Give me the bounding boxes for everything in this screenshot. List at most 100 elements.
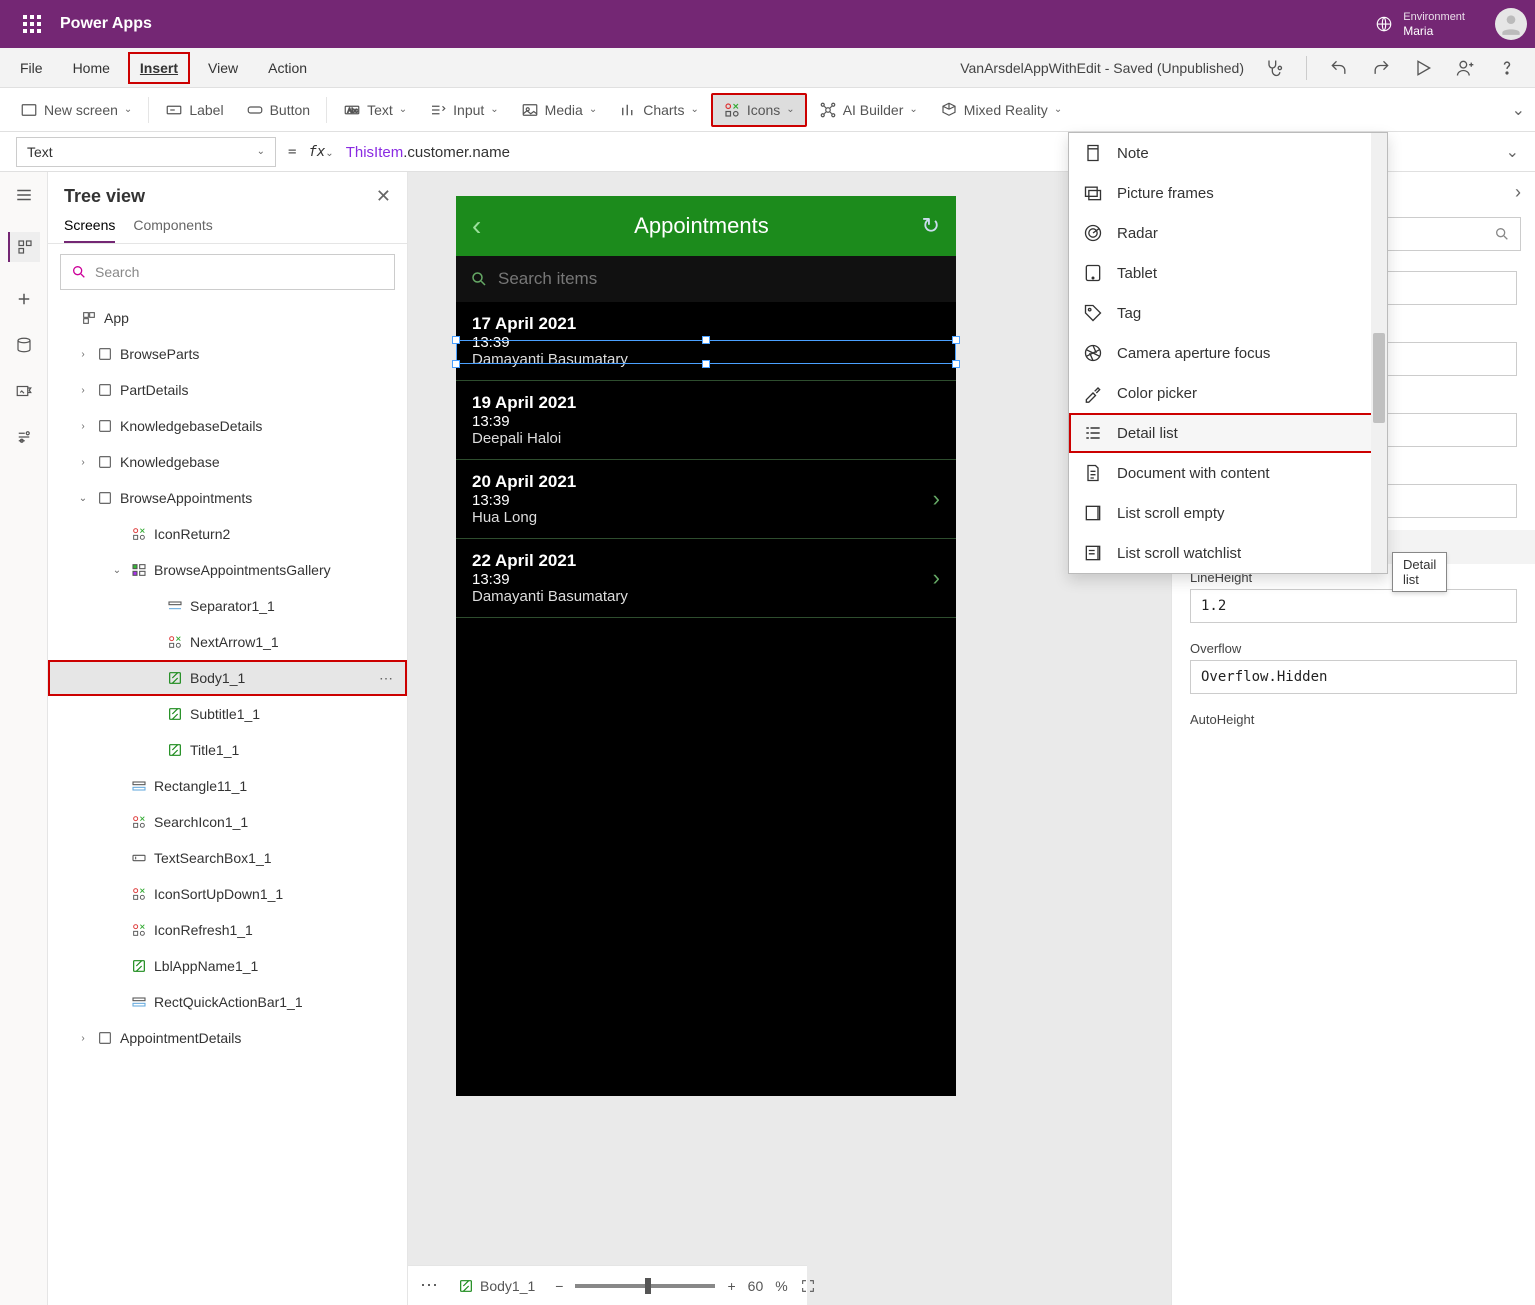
tree-row-AppointmentDetails[interactable]: ›AppointmentDetails <box>48 1020 407 1056</box>
tree-view-icon[interactable] <box>8 232 40 262</box>
menu-insert[interactable]: Insert <box>128 52 190 84</box>
tree-row-IconReturn2[interactable]: IconReturn2 <box>48 516 407 552</box>
menu-action[interactable]: Action <box>256 52 319 84</box>
icon-option-detail-list[interactable]: Detail list <box>1069 413 1387 453</box>
fx-icon: fx⌄ <box>308 144 333 160</box>
appointment-item[interactable]: 20 April 202113:39Hua Long› <box>456 460 956 539</box>
tab-screens[interactable]: Screens <box>64 217 115 243</box>
tree-row-App[interactable]: App <box>48 300 407 336</box>
env-name: Maria <box>1403 24 1465 38</box>
icon-option-tag[interactable]: Tag <box>1069 293 1387 333</box>
tree-row-NextArrow1_1[interactable]: NextArrow1_1 <box>48 624 407 660</box>
mixed-reality-button[interactable]: Mixed Reality⌄ <box>930 95 1072 125</box>
canvas[interactable]: ‹ Appointments ↻ Search items 17 April 2… <box>408 172 1171 1305</box>
undo-icon[interactable] <box>1329 58 1349 78</box>
share-icon[interactable] <box>1455 58 1475 78</box>
appointment-item[interactable]: 19 April 202113:39Deepali Haloi <box>456 381 956 460</box>
icon-option-note[interactable]: Note <box>1069 133 1387 173</box>
data-icon[interactable] <box>15 336 33 354</box>
icon-option-list-scroll-empty[interactable]: List scroll empty <box>1069 493 1387 533</box>
app-title: VanArsdelAppWithEdit - Saved (Unpublishe… <box>960 60 1244 76</box>
tree-row-Separator1_1[interactable]: Separator1_1 <box>48 588 407 624</box>
tree-row-LblAppName1_1[interactable]: LblAppName1_1 <box>48 948 407 984</box>
property-selector[interactable]: Text⌄ <box>16 137 276 167</box>
phone-preview: ‹ Appointments ↻ Search items 17 April 2… <box>456 196 956 1096</box>
settings-icon[interactable] <box>15 428 33 446</box>
prop-lh[interactable]: 1.2 <box>1190 589 1517 623</box>
tree-row-BrowseParts[interactable]: ›BrowseParts <box>48 336 407 372</box>
icon-option-radar[interactable]: Radar <box>1069 213 1387 253</box>
zoom-unit: % <box>775 1278 787 1294</box>
ribbon-collapse-icon[interactable]: ⌄ <box>1512 100 1525 120</box>
new-screen-button[interactable]: New screen⌄ <box>10 95 142 125</box>
tree-row-Subtitle1_1[interactable]: Subtitle1_1 <box>48 696 407 732</box>
environment-picker[interactable]: Environment Maria <box>1375 10 1465 38</box>
icon-option-color-picker[interactable]: Color picker <box>1069 373 1387 413</box>
ribbon: New screen⌄ Label Button Abc Text⌄ Input… <box>0 88 1535 132</box>
charts-button[interactable]: Charts⌄ <box>609 95 709 125</box>
appointment-item[interactable]: 17 April 202113:39Damayanti Basumatary <box>456 302 956 381</box>
appointment-item[interactable]: 22 April 202113:39Damayanti Basumatary› <box>456 539 956 618</box>
tree-row-Body1_1[interactable]: Body1_1⋯ <box>48 660 407 696</box>
zoom-slider[interactable] <box>575 1284 715 1288</box>
tree-row-IconSortUpDown1_1[interactable]: IconSortUpDown1_1 <box>48 876 407 912</box>
tree-row-IconRefresh1_1[interactable]: IconRefresh1_1 <box>48 912 407 948</box>
tooltip: Detail list <box>1392 552 1447 592</box>
icons-dropdown: NotePicture framesRadarTabletTagCamera a… <box>1068 132 1388 574</box>
back-icon[interactable]: ‹ <box>472 210 481 242</box>
hamburger-icon[interactable] <box>15 186 33 204</box>
label-button[interactable]: Label <box>155 95 233 125</box>
zoom-out-button[interactable]: − <box>555 1278 563 1294</box>
tree-row-Title1_1[interactable]: Title1_1 <box>48 732 407 768</box>
tree-row-PartDetails[interactable]: ›PartDetails <box>48 372 407 408</box>
formula-expand-icon[interactable]: ⌄ <box>1506 142 1519 162</box>
zoom-value: 60 <box>748 1278 764 1294</box>
prop-ov[interactable]: Overflow.Hidden <box>1190 660 1517 694</box>
play-icon[interactable] <box>1413 58 1433 78</box>
zoom-in-button[interactable]: + <box>727 1278 735 1294</box>
phone-search[interactable]: Search items <box>456 256 956 302</box>
tree-search-input[interactable]: Search <box>60 254 395 290</box>
tree-row-BrowseAppointments[interactable]: ⌄BrowseAppointments <box>48 480 407 516</box>
redo-icon[interactable] <box>1371 58 1391 78</box>
insert-icon[interactable] <box>15 290 33 308</box>
icon-option-tablet[interactable]: Tablet <box>1069 253 1387 293</box>
waffle-icon[interactable] <box>8 15 56 33</box>
icon-option-document-with-content[interactable]: Document with content <box>1069 453 1387 493</box>
help-icon[interactable] <box>1497 58 1517 78</box>
more-icon[interactable]: ⋯ <box>420 1275 438 1296</box>
tree-row-Knowledgebase[interactable]: ›Knowledgebase <box>48 444 407 480</box>
props-chevron-icon[interactable]: › <box>1515 182 1521 203</box>
refresh-icon[interactable]: ↻ <box>922 213 940 239</box>
button-button[interactable]: Button <box>236 95 320 125</box>
dropdown-scrollbar[interactable] <box>1371 133 1387 573</box>
icon-option-camera-aperture-focus[interactable]: Camera aperture focus <box>1069 333 1387 373</box>
ai-builder-button[interactable]: AI Builder⌄ <box>809 95 928 125</box>
menu-file[interactable]: File <box>8 52 55 84</box>
avatar[interactable] <box>1495 8 1527 40</box>
icon-option-picture-frames[interactable]: Picture frames <box>1069 173 1387 213</box>
icon-option-list-scroll-watchlist[interactable]: List scroll watchlist <box>1069 533 1387 573</box>
tree-row-KnowledgebaseDetails[interactable]: ›KnowledgebaseDetails <box>48 408 407 444</box>
tab-components[interactable]: Components <box>133 217 212 243</box>
text-button[interactable]: Abc Text⌄ <box>333 95 417 125</box>
tree-row-TextSearchBox1_1[interactable]: TextSearchBox1_1 <box>48 840 407 876</box>
breadcrumb[interactable]: Body1_1 <box>458 1278 535 1294</box>
equals-icon: = <box>288 144 296 160</box>
fit-icon[interactable] <box>800 1278 816 1294</box>
tree-row-Rectangle11_1[interactable]: Rectangle11_1 <box>48 768 407 804</box>
env-label: Environment <box>1403 10 1465 24</box>
tree-row-RectQuickActionBar1_1[interactable]: RectQuickActionBar1_1 <box>48 984 407 1020</box>
media-button[interactable]: Media⌄ <box>511 95 608 125</box>
brand-label: Power Apps <box>56 15 152 33</box>
stethoscope-icon[interactable] <box>1264 58 1284 78</box>
menu-home[interactable]: Home <box>61 52 122 84</box>
menu-view[interactable]: View <box>196 52 250 84</box>
close-icon[interactable]: ✕ <box>376 186 391 207</box>
input-button[interactable]: Input⌄ <box>419 95 509 125</box>
tree-row-SearchIcon1_1[interactable]: SearchIcon1_1 <box>48 804 407 840</box>
tree-row-BrowseAppointmentsGallery[interactable]: ⌄BrowseAppointmentsGallery <box>48 552 407 588</box>
media-icon[interactable] <box>15 382 33 400</box>
formula-input[interactable]: ThisItem.customer.name <box>346 143 510 161</box>
icons-button[interactable]: Icons⌄ <box>711 93 807 127</box>
